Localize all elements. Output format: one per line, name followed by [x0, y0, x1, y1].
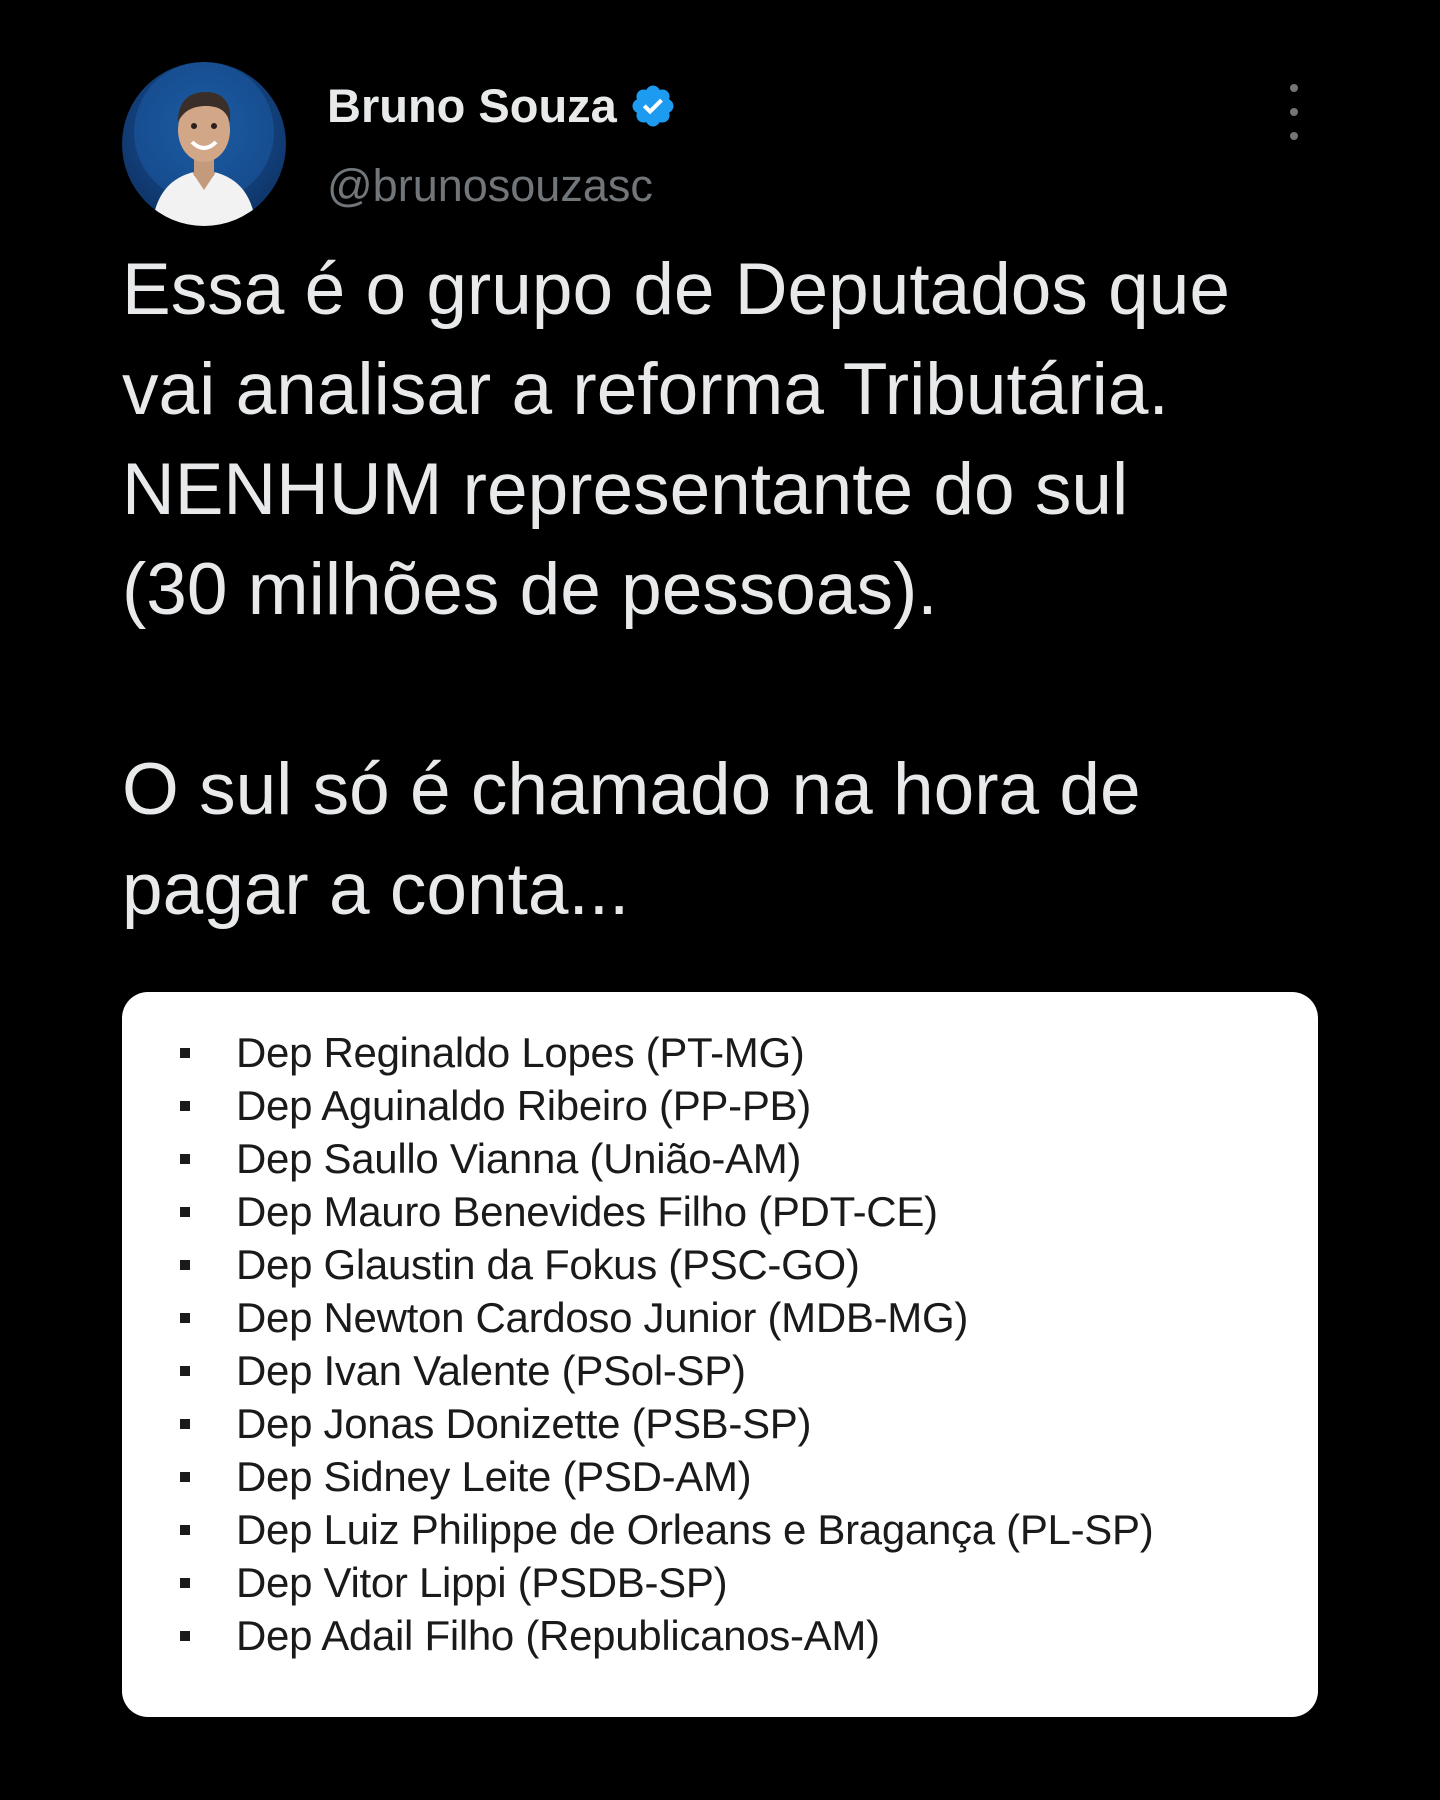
list-item: Dep Luiz Philippe de Orleans e Bragança …: [180, 1503, 1154, 1556]
list-item: Dep Mauro Benevides Filho (PDT-CE): [180, 1185, 1153, 1238]
list-item: Dep Jonas Donizette (PSB-SP): [180, 1397, 1153, 1450]
tweet-paragraph-1: Essa é o grupo de Deputados que vai anal…: [122, 249, 1230, 630]
bullet-icon: [180, 1154, 190, 1164]
bullet-icon: [180, 1525, 190, 1535]
tweet-text: Essa é o grupo de Deputados que vai anal…: [122, 240, 1342, 940]
deputy-name: Dep Mauro Benevides Filho (PDT-CE): [236, 1188, 938, 1235]
list-item: Dep Newton Cardoso Junior (MDB-MG): [180, 1291, 1153, 1344]
bullet-icon: [180, 1419, 190, 1429]
tweet-media-image[interactable]: Dep Reginaldo Lopes (PT-MG) Dep Aguinald…: [122, 992, 1318, 1717]
list-item: Dep Ivan Valente (PSol-SP): [180, 1344, 1153, 1397]
bullet-icon: [180, 1578, 190, 1588]
more-dot: [1290, 84, 1298, 92]
deputy-name: Dep Saullo Vianna (União-AM): [236, 1135, 802, 1182]
bullet-icon: [180, 1260, 190, 1270]
verified-badge-icon: [629, 82, 677, 130]
list-item: Dep Glaustin da Fokus (PSC-GO): [180, 1238, 1153, 1291]
deputy-name: Dep Reginaldo Lopes (PT-MG): [236, 1029, 805, 1076]
deputy-name: Dep Vitor Lippi (PSDB-SP): [236, 1559, 728, 1606]
deputy-name: Dep Glaustin da Fokus (PSC-GO): [236, 1241, 860, 1288]
deputy-name: Dep Jonas Donizette (PSB-SP): [236, 1400, 812, 1447]
bullet-icon: [180, 1313, 190, 1323]
author-name-text: Bruno Souza: [327, 79, 617, 132]
author-handle[interactable]: @brunosouzasc: [327, 160, 653, 212]
list-item: Dep Reginaldo Lopes (PT-MG): [180, 1026, 1153, 1079]
bullet-icon: [180, 1472, 190, 1482]
author-name[interactable]: Bruno Souza: [327, 78, 677, 133]
list-item: Dep Aguinaldo Ribeiro (PP-PB): [180, 1079, 1153, 1132]
tweet: Bruno Souza @brunosouzasc Essa é o grupo…: [0, 0, 1440, 1800]
bullet-icon: [180, 1207, 190, 1217]
deputy-name: Dep Luiz Philippe de Orleans e Bragança …: [236, 1506, 1154, 1553]
deputy-name: Dep Sidney Leite (PSD-AM): [236, 1453, 752, 1500]
deputy-name: Dep Adail Filho (Republicanos-AM): [236, 1612, 880, 1659]
bullet-icon: [180, 1366, 190, 1376]
deputy-name: Dep Aguinaldo Ribeiro (PP-PB): [236, 1082, 811, 1129]
avatar[interactable]: [122, 62, 286, 226]
tweet-paragraph-2: O sul só é chamado na hora de pagar a co…: [122, 749, 1141, 930]
more-dot: [1290, 132, 1298, 140]
deputy-list: Dep Reginaldo Lopes (PT-MG) Dep Aguinald…: [180, 1026, 1154, 1662]
deputy-name: Dep Newton Cardoso Junior (MDB-MG): [236, 1294, 969, 1341]
list-item: Dep Adail Filho (Republicanos-AM): [180, 1609, 1153, 1662]
more-dot: [1290, 108, 1298, 116]
bullet-icon: [180, 1631, 190, 1641]
list-item: Dep Saullo Vianna (União-AM): [180, 1132, 1153, 1185]
bullet-icon: [180, 1101, 190, 1111]
bullet-icon: [180, 1048, 190, 1058]
list-item: Dep Sidney Leite (PSD-AM): [180, 1450, 1153, 1503]
profile-photo: [134, 62, 274, 226]
more-options-icon[interactable]: [1278, 84, 1310, 140]
deputy-name: Dep Ivan Valente (PSol-SP): [236, 1347, 746, 1394]
list-item: Dep Vitor Lippi (PSDB-SP): [180, 1556, 1153, 1609]
